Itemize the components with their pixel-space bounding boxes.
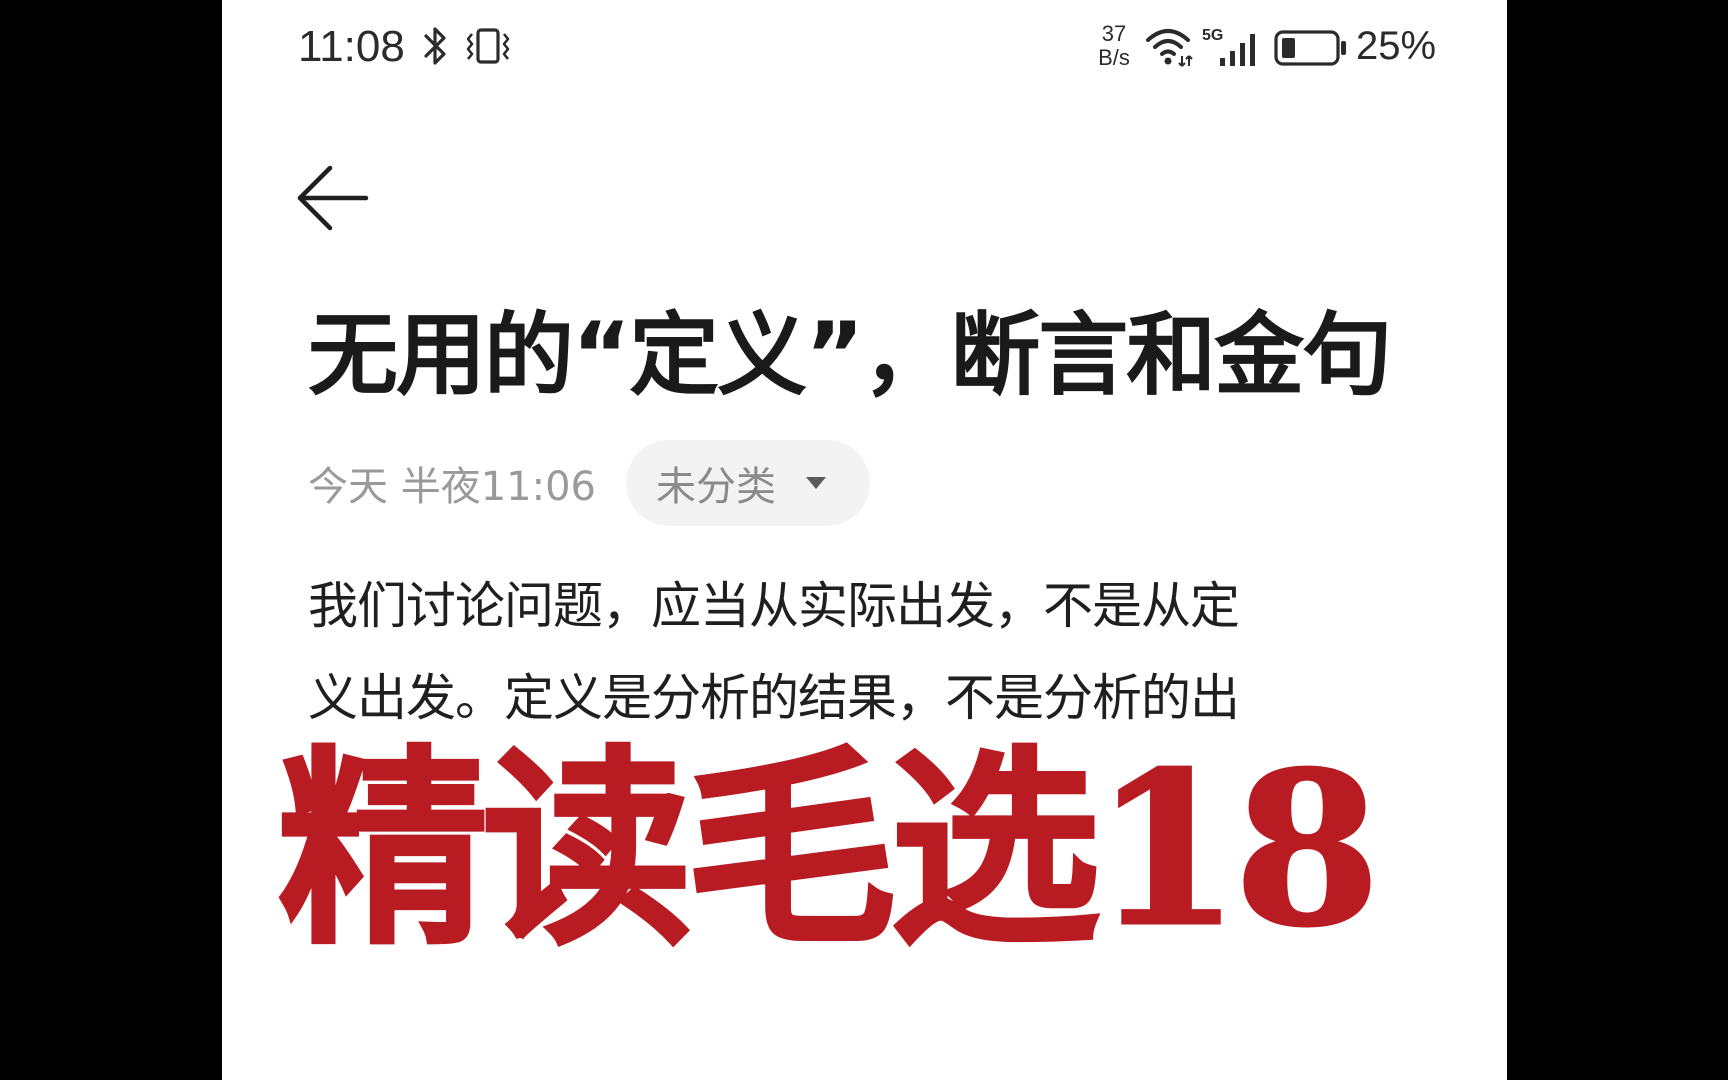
video-frame: 11:08 37 B/s 5G 25% 无用的“定义”，断言和金句 今天 半夜1… (0, 0, 1728, 1080)
note-body[interactable]: 我们讨论问题，应当从实际出发，不是从定 义出发。定义是分析的结果，不是分析的出 (308, 560, 1428, 744)
bluetooth-icon (424, 27, 446, 65)
back-arrow-icon (297, 165, 369, 231)
caret-down-icon (806, 477, 826, 489)
phone-screen: 11:08 37 B/s 5G 25% 无用的“定义”，断言和金句 今天 半夜1… (222, 0, 1507, 1080)
wifi-icon (1146, 29, 1193, 67)
network-speed-value: 37 (1101, 21, 1127, 46)
battery-level-fill (1282, 38, 1295, 58)
vibrate-icon (466, 28, 510, 64)
battery-percent: 25% (1356, 24, 1437, 68)
category-selector[interactable]: 未分类 (626, 440, 870, 526)
note-title[interactable]: 无用的“定义”，断言和金句 (308, 300, 1468, 412)
status-time: 11:08 (298, 22, 405, 71)
signal-icon: 5G (1202, 27, 1255, 66)
overlay-caption: 精读毛选18 (277, 726, 1382, 973)
network-type-label: 5G (1202, 27, 1223, 44)
note-meta: 今天 半夜11:06 未分类 (308, 440, 870, 526)
note-date: 今天 半夜11:06 (308, 464, 596, 510)
status-bar: 11:08 37 B/s 5G 25% (222, 0, 1507, 100)
back-button[interactable] (292, 158, 372, 238)
category-label: 未分类 (656, 464, 776, 510)
network-speed: 37 B/s (1084, 22, 1144, 70)
battery-icon (1274, 30, 1346, 66)
network-speed-unit: B/s (1098, 45, 1130, 70)
note-body-line: 我们讨论问题，应当从实际出发，不是从定 (308, 577, 1240, 635)
